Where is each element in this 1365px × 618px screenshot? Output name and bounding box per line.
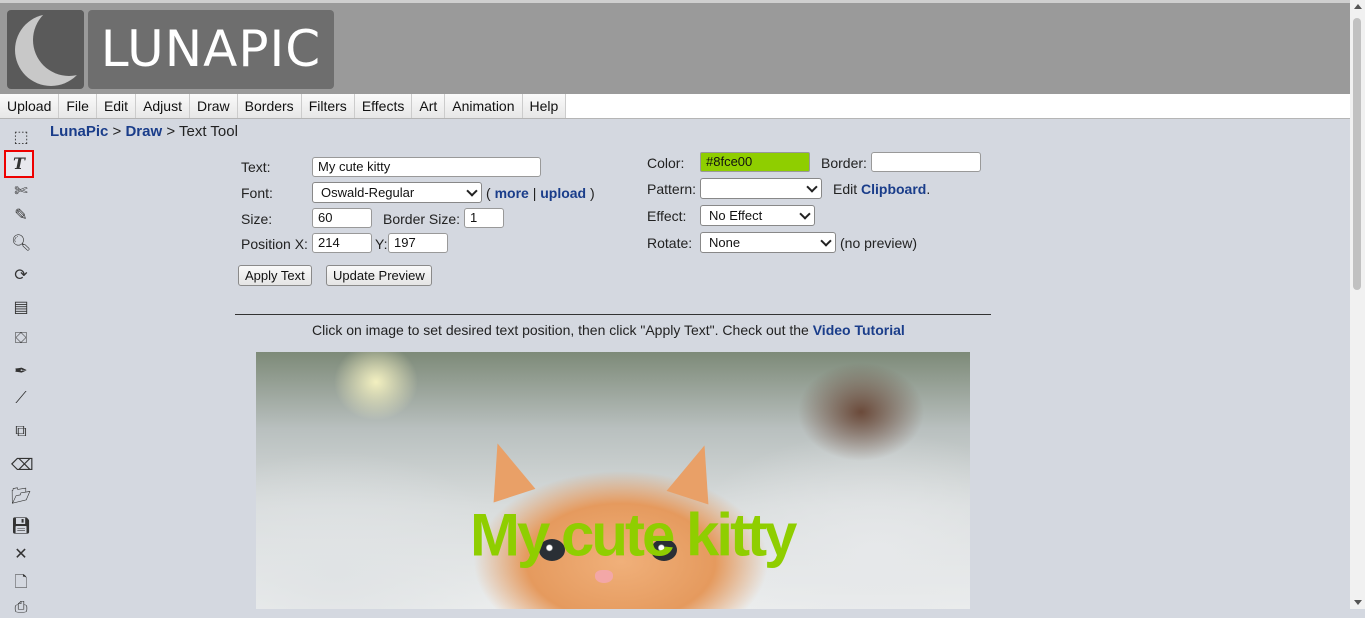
rotate-icon[interactable]: ⟳ [11, 266, 31, 286]
border-color-label: Border: [821, 155, 867, 171]
crop-scissors-icon[interactable]: ✄ [11, 182, 31, 202]
breadcrumb-separator: > [112, 123, 122, 140]
font-more-link[interactable]: more [495, 185, 529, 201]
breadcrumb-current: Text Tool [179, 123, 238, 140]
chevron-down-icon [820, 235, 832, 247]
menu-upload[interactable]: Upload [0, 94, 60, 118]
menu-art[interactable]: Art [412, 94, 446, 118]
menu-borders[interactable]: Borders [237, 94, 302, 118]
scroll-thumb[interactable] [1353, 18, 1361, 290]
brush-icon[interactable]: ⟋ [11, 389, 31, 409]
rotate-label: Rotate: [647, 235, 693, 251]
chevron-down-icon [466, 185, 478, 197]
menu-help[interactable]: Help [522, 94, 567, 118]
text-input[interactable]: My cute kitty [312, 157, 541, 177]
new-file-icon[interactable]: 🗋 [11, 573, 31, 593]
layers-icon[interactable]: ▤ [11, 298, 31, 318]
apply-text-button[interactable]: Apply Text [238, 265, 312, 286]
scroll-up-icon[interactable] [1354, 4, 1362, 9]
font-upload-link[interactable]: upload [540, 185, 586, 201]
clipboard-period: . [926, 181, 931, 197]
lunapic-logo[interactable]: LUNAPIC [7, 10, 334, 89]
image-canvas[interactable]: My cute kitty [256, 352, 970, 609]
zoom-icon[interactable]: 🔍︎ [11, 234, 31, 254]
logo-wordmark: LUNAPIC [88, 10, 334, 89]
menu-edit[interactable]: Edit [96, 94, 137, 118]
position-x-label: Position X: [241, 236, 308, 252]
menu-adjust[interactable]: Adjust [136, 94, 190, 118]
text-label: Text: [241, 159, 271, 175]
close-icon[interactable]: ✕ [11, 545, 31, 565]
edit-clipboard: Edit Clipboard. [833, 181, 930, 197]
color-input[interactable]: #8fce00 [700, 152, 810, 172]
position-y-label: Y: [375, 236, 388, 252]
menu-effects[interactable]: Effects [354, 94, 413, 118]
border-size-label: Border Size: [383, 211, 461, 227]
effect-label: Effect: [647, 208, 687, 224]
color-label: Color: [647, 155, 685, 171]
header: LUNAPIC [0, 3, 1350, 94]
instruction-body: Click on image to set desired text posit… [312, 322, 813, 338]
divider [235, 314, 991, 315]
effect-select-value: No Effect [709, 208, 763, 223]
print-icon[interactable]: ⎙ [11, 598, 31, 618]
eyedropper-icon[interactable]: ✒ [11, 362, 31, 382]
position-x-input[interactable]: 214 [312, 233, 372, 253]
text-overlay: My cute kitty [470, 501, 797, 569]
breadcrumb-separator: > [166, 123, 176, 140]
save-icon[interactable]: 💾︎ [11, 517, 31, 537]
menu-filters[interactable]: Filters [301, 94, 355, 118]
rotate-select[interactable]: None [700, 232, 836, 253]
position-y-input[interactable]: 197 [388, 233, 448, 253]
text-overlay-layer: My cute kitty [256, 352, 970, 609]
font-link-separator: | [532, 185, 537, 201]
scroll-down-icon[interactable] [1354, 600, 1362, 605]
resize-icon[interactable]: ⧉ [11, 422, 31, 442]
paint-bucket-icon[interactable]: ⛋ [11, 329, 31, 349]
font-select[interactable]: Oswald-Regular [312, 182, 482, 203]
text-tool-icon[interactable]: T [4, 150, 34, 178]
instruction-text: Click on image to set desired text posit… [312, 322, 905, 338]
border-color-input[interactable] [871, 152, 981, 172]
paren-open: ( [486, 185, 491, 201]
pattern-select[interactable] [700, 178, 822, 199]
edit-label: Edit [833, 181, 858, 197]
menu-animation[interactable]: Animation [445, 94, 523, 118]
font-links: ( more | upload ) [486, 185, 595, 201]
size-label: Size: [241, 211, 273, 227]
effect-select[interactable]: No Effect [700, 205, 815, 226]
moon-logo-icon [7, 10, 84, 89]
breadcrumb: LunaPic > Draw > Text Tool [50, 123, 238, 140]
video-tutorial-link[interactable]: Video Tutorial [813, 322, 905, 338]
vertical-scrollbar[interactable] [1350, 0, 1365, 609]
breadcrumb-lunapic[interactable]: LunaPic [50, 123, 108, 140]
breadcrumb-draw[interactable]: Draw [125, 123, 162, 140]
chevron-down-icon [806, 181, 818, 193]
clipboard-link[interactable]: Clipboard [861, 181, 926, 197]
pattern-label: Pattern: [647, 181, 697, 197]
pencil-icon[interactable]: ✎ [11, 206, 31, 226]
main-menu: Upload File Edit Adjust Draw Borders Fil… [0, 94, 1350, 119]
size-input[interactable]: 60 [312, 208, 372, 228]
menu-draw[interactable]: Draw [189, 94, 238, 118]
font-label: Font: [241, 185, 273, 201]
paren-close: ) [590, 185, 595, 201]
eraser-icon[interactable]: ⌫ [11, 456, 34, 476]
font-select-value: Oswald-Regular [321, 185, 415, 200]
rotate-select-value: None [709, 235, 741, 250]
menu-file[interactable]: File [59, 94, 97, 118]
update-preview-button[interactable]: Update Preview [326, 265, 432, 286]
select-icon[interactable]: ⬚ [11, 128, 31, 148]
border-size-input[interactable]: 1 [464, 208, 504, 228]
no-preview-note: (no preview) [840, 235, 918, 251]
chevron-down-icon [799, 208, 811, 220]
open-folder-icon[interactable]: 📂︎ [11, 487, 31, 507]
